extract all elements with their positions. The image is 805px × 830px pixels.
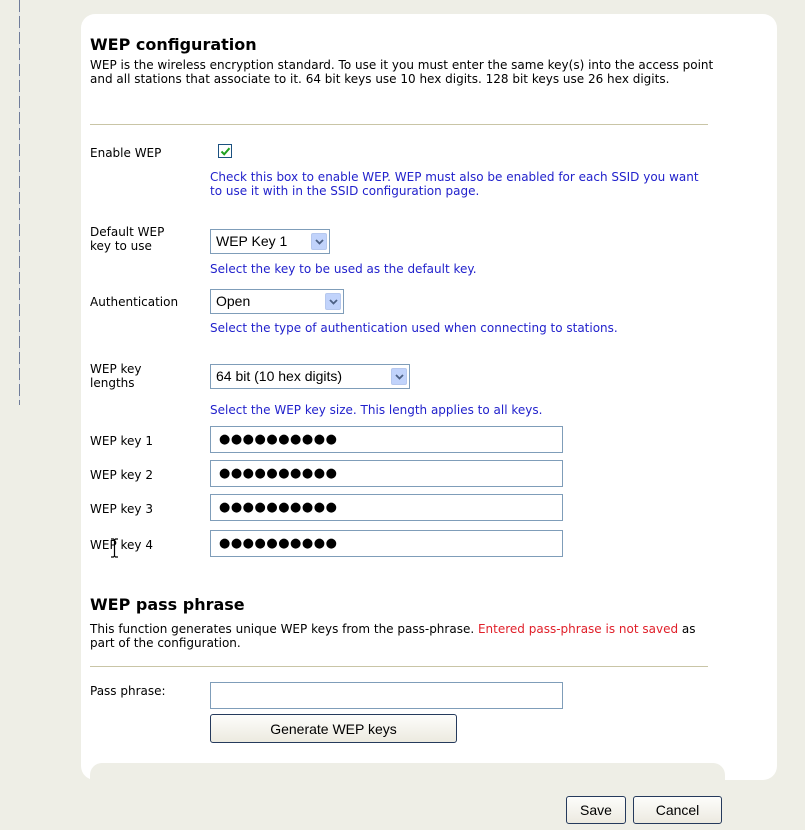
wep-key-2-input[interactable]: ●●●●●●●●●● bbox=[210, 460, 563, 487]
pass-phrase-title: WEP pass phrase bbox=[90, 595, 245, 614]
section-divider bbox=[90, 666, 708, 667]
pass-phrase-desc-start: This function generates unique WEP keys … bbox=[90, 622, 478, 636]
default-key-label-line1: Default WEP bbox=[90, 225, 165, 239]
wep-key-4-label: WEP key 4 bbox=[90, 538, 153, 552]
wep-config-title: WEP configuration bbox=[90, 35, 257, 54]
wep-key-3-input[interactable]: ●●●●●●●●●● bbox=[210, 494, 563, 521]
wep-config-description: WEP is the wireless encryption standard.… bbox=[90, 58, 714, 86]
authentication-label: Authentication bbox=[90, 295, 179, 309]
left-border-rule bbox=[19, 0, 20, 405]
checkmark-icon bbox=[220, 147, 231, 156]
authentication-hint: Select the type of authentication used w… bbox=[210, 321, 618, 335]
key-length-value: 64 bit (10 hex digits) bbox=[216, 368, 343, 384]
text-cursor-icon bbox=[111, 538, 118, 558]
pass-phrase-label: Pass phrase: bbox=[90, 684, 166, 698]
wep-key-3-label: WEP key 3 bbox=[90, 502, 153, 516]
authentication-select[interactable]: Open bbox=[210, 289, 344, 314]
wep-key-4-input[interactable]: ●●●●●●●●●● bbox=[210, 530, 563, 557]
default-key-select[interactable]: WEP Key 1 bbox=[210, 229, 330, 254]
key-length-select[interactable]: 64 bit (10 hex digits) bbox=[210, 364, 410, 389]
enable-wep-checkbox[interactable] bbox=[218, 144, 232, 158]
panel-bottom-notch bbox=[90, 763, 725, 783]
save-button[interactable]: Save bbox=[566, 796, 626, 824]
key-length-label-line2: lengths bbox=[90, 376, 135, 390]
wep-key-2-label: WEP key 2 bbox=[90, 468, 153, 482]
generate-wep-keys-button[interactable]: Generate WEP keys bbox=[210, 714, 457, 743]
authentication-value: Open bbox=[216, 293, 251, 309]
pass-phrase-description: This function generates unique WEP keys … bbox=[90, 622, 715, 650]
wep-key-1-input[interactable]: ●●●●●●●●●● bbox=[210, 426, 563, 453]
cancel-button[interactable]: Cancel bbox=[633, 796, 722, 824]
chevron-down-icon[interactable] bbox=[311, 233, 327, 250]
chevron-down-icon[interactable] bbox=[391, 368, 407, 385]
enable-wep-label: Enable WEP bbox=[90, 146, 162, 160]
default-key-value: WEP Key 1 bbox=[216, 233, 288, 249]
key-length-label-line1: WEP key bbox=[90, 362, 142, 376]
key-length-hint: Select the WEP key size. This length app… bbox=[210, 403, 543, 417]
default-key-label-line2: key to use bbox=[90, 239, 152, 253]
enable-wep-hint: Check this box to enable WEP. WEP must a… bbox=[210, 170, 699, 198]
wep-key-1-label: WEP key 1 bbox=[90, 434, 153, 448]
section-divider bbox=[90, 124, 708, 125]
pass-phrase-input[interactable] bbox=[210, 682, 563, 709]
chevron-down-icon[interactable] bbox=[325, 293, 341, 310]
default-key-hint: Select the key to be used as the default… bbox=[210, 262, 477, 276]
pass-phrase-warning: Entered pass-phrase is not saved bbox=[477, 622, 679, 636]
